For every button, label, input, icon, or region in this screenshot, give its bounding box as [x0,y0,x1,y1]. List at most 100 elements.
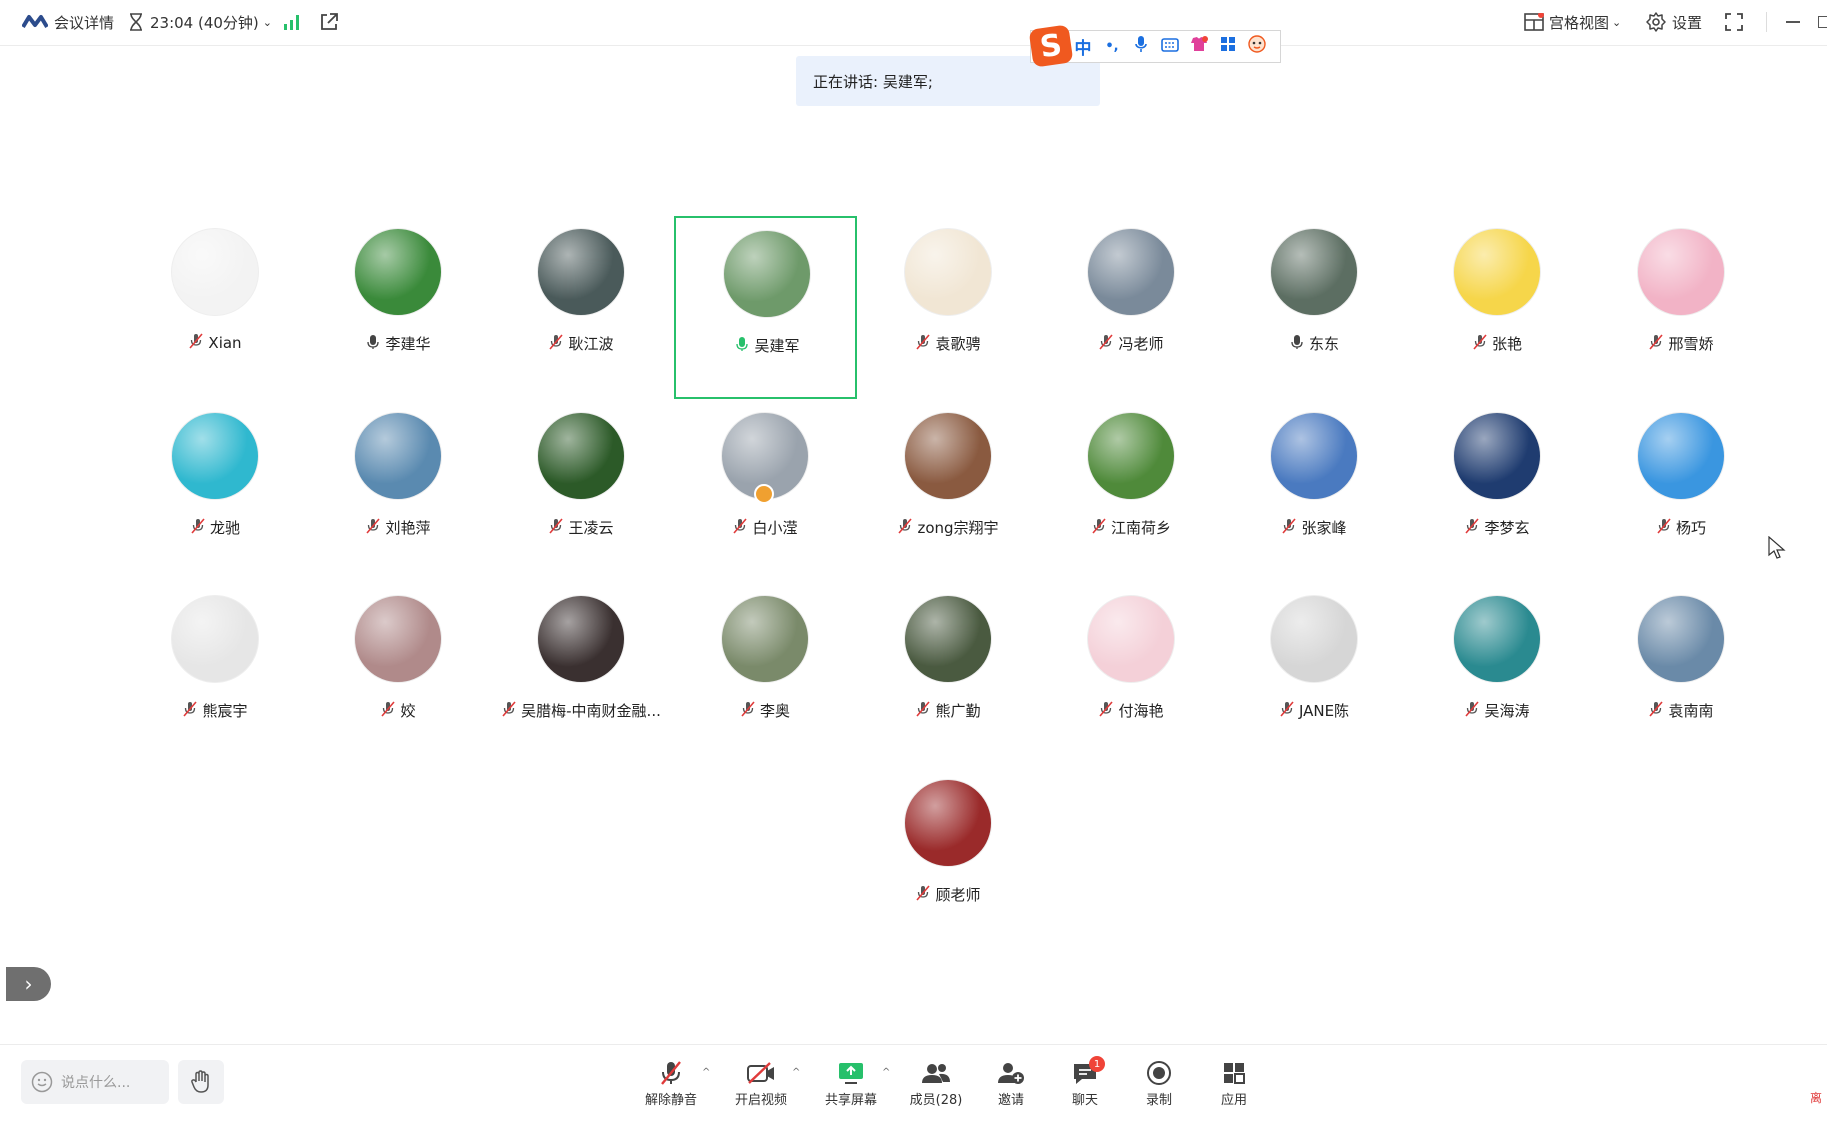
ime-punctuation-toggle[interactable]: •, [1102,39,1122,54]
mic-muted-icon [916,700,931,721]
participant-name: 王凌云 [568,519,614,537]
settings-button[interactable]: 设置 [1646,10,1702,34]
participant-tile[interactable]: 张家峰 [1223,400,1406,583]
participant-tile[interactable]: 袁南南 [1590,583,1773,766]
participant-tile[interactable]: 耿江波 [490,216,673,399]
chat-unread-badge: 1 [1089,1056,1105,1072]
top-bar: 会议详情 23:04 (40分钟) ⌄ 宫格视图 ⌄ 设置 [0,0,1827,46]
participant-tile[interactable]: 李奥 [674,583,857,766]
participant-name-row: 吴海涛 [1406,700,1589,721]
start-video-button[interactable]: 开启视频 [726,1059,796,1115]
video-options-caret[interactable]: ^ [792,1067,800,1078]
participant-tile[interactable]: 李梦玄 [1406,400,1589,583]
expand-sidebar-button[interactable]: › [6,967,51,1001]
ime-mascot-icon[interactable] [1247,35,1267,58]
mic-muted-icon [1649,333,1664,354]
avatar [1637,412,1725,500]
meeting-timer[interactable]: 23:04 (40分钟) ⌄ [128,10,272,34]
participant-tile[interactable]: 杨巧 [1590,400,1773,583]
participant-tile[interactable]: 白小滢 [674,400,857,583]
participant-name: 张家峰 [1301,519,1347,537]
mic-muted-icon [916,333,931,354]
invite-label: 邀请 [997,1093,1024,1108]
participant-name: 吴腊梅-中南财金融... [521,702,661,720]
meeting-details-button[interactable]: 会议详情 [22,10,114,34]
ime-mode-toggle[interactable]: 中 [1073,34,1093,59]
participant-tile[interactable]: 龙驰 [124,400,307,583]
grid-view-icon [1524,13,1544,31]
participant-tile[interactable]: 顾老师 [857,767,1040,950]
participant-name-row: 吴腊梅-中南财金融... [490,700,673,721]
participant-name-row: 李奥 [674,700,857,721]
participant-name: 东东 [1308,335,1339,353]
audio-options-caret[interactable]: ^ [702,1067,710,1078]
minimize-icon[interactable] [1786,10,1800,34]
unmute-label: 解除静音 [644,1093,697,1108]
signal-strength-icon[interactable] [283,10,301,34]
maximize-icon[interactable] [1818,10,1827,34]
participant-tile[interactable]: 熊宸宇 [124,583,307,766]
participant-name-row: Xian [124,333,307,353]
ime-keyboard-icon[interactable] [1160,37,1180,57]
share-link-icon[interactable] [319,10,339,34]
participant-tile[interactable]: 熊广勤 [857,583,1040,766]
timer-label: 23:04 (40分钟) [150,13,259,32]
raise-hand-button[interactable] [178,1060,224,1104]
mic-muted-icon [741,700,755,721]
avatar [904,228,992,316]
unmute-button[interactable]: 解除静音 [636,1059,706,1115]
participant-tile[interactable]: 吴腊梅-中南财金融... [490,583,673,766]
apps-button[interactable]: 应用 [1199,1059,1269,1115]
mic-muted-icon [381,700,396,721]
view-mode-label: 宫格视图 [1549,13,1610,32]
participant-tile[interactable]: 付海艳 [1040,583,1223,766]
participant-name-row: 冯老师 [1040,333,1223,354]
quick-chat-input[interactable]: 说点什么... [21,1060,169,1104]
share-options-caret[interactable]: ^ [882,1067,890,1078]
mic-muted-icon [1092,517,1106,538]
mic-muted-icon [183,700,198,721]
bottom-toolbar: 说点什么... 解除静音 ^ 开启视频 ^ 共享屏幕 ^ 成员(28) 邀请 1… [0,1044,1827,1125]
participant-tile[interactable]: 冯老师 [1040,216,1223,399]
avatar [537,228,625,316]
avatar [171,595,259,683]
record-button[interactable]: 录制 [1124,1059,1194,1115]
invite-button[interactable]: 邀请 [976,1059,1046,1115]
participant-name: 白小滢 [752,519,798,537]
participant-tile[interactable]: 张艳 [1406,216,1589,399]
participant-name-row: JANE陈 [1223,700,1406,721]
video-off-icon [746,1059,776,1087]
participant-tile[interactable]: zong宗翔宇 [857,400,1040,583]
raise-hand-icon [191,1070,209,1093]
participant-name: 龙驰 [209,519,240,537]
ime-toolbox-icon[interactable] [1218,36,1238,57]
participant-tile[interactable]: 江南荷乡 [1040,400,1223,583]
participant-tile[interactable]: 吴建军 [674,216,857,399]
participant-tile[interactable]: 姣 [307,583,490,766]
fullscreen-icon[interactable] [1724,10,1744,34]
ime-skin-icon[interactable] [1189,36,1209,57]
ime-toolbar[interactable]: S 中 •, [1028,24,1281,68]
participant-tile[interactable]: 邢雪娇 [1590,216,1773,399]
apps-label: 应用 [1220,1093,1247,1108]
participant-tile[interactable]: 袁歌骋 [857,216,1040,399]
participant-name-row: 刘艳萍 [307,517,490,538]
members-button[interactable]: 成员(28) [901,1059,971,1115]
participant-name: 杨巧 [1675,519,1706,537]
participant-tile[interactable]: 刘艳萍 [307,400,490,583]
mic-muted-icon [1649,700,1664,721]
avatar [537,595,625,683]
participant-name: 顾老师 [935,886,981,904]
participant-tile[interactable]: 李建华 [307,216,490,399]
participant-tile[interactable]: 东东 [1223,216,1406,399]
participant-tile[interactable]: 吴海涛 [1406,583,1589,766]
record-icon [1144,1059,1174,1087]
participant-tile[interactable]: 王凌云 [490,400,673,583]
chat-button[interactable]: 1 聊天 [1050,1056,1120,1115]
share-screen-button[interactable]: 共享屏幕 [816,1059,886,1115]
participant-tile[interactable]: Xian [124,216,307,399]
participant-name: 熊广勤 [935,702,981,720]
view-mode-dropdown[interactable]: 宫格视图 ⌄ [1524,10,1621,34]
ime-voice-icon[interactable] [1131,35,1151,58]
participant-tile[interactable]: JANE陈 [1223,583,1406,766]
